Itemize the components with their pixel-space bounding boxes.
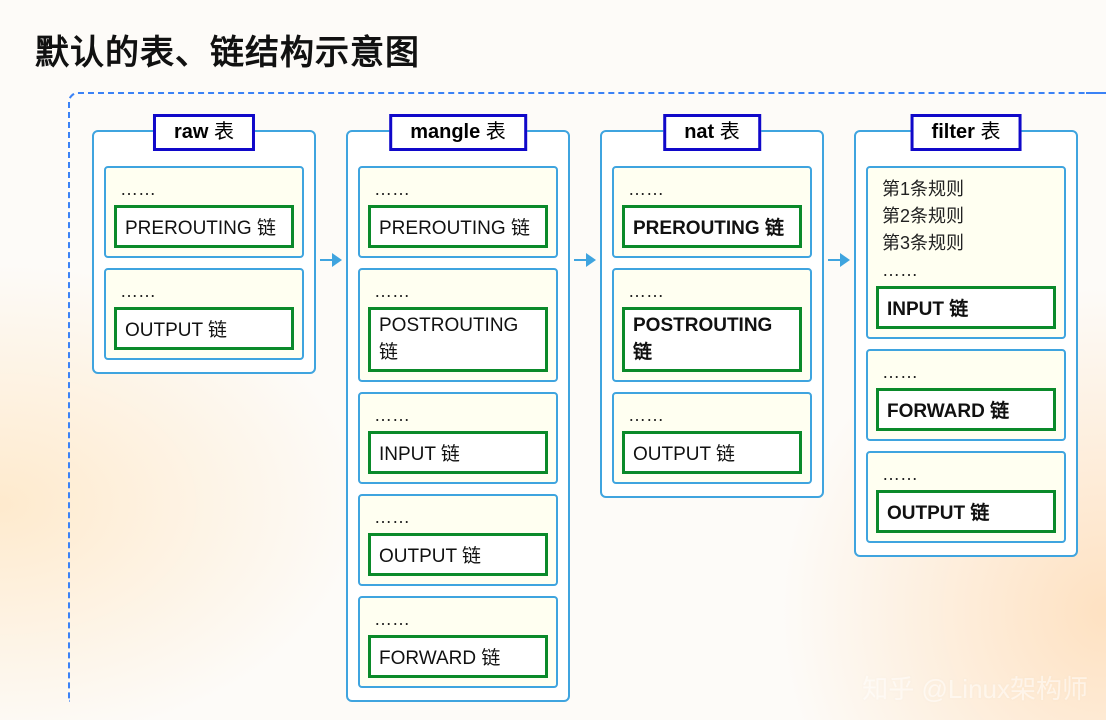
chain-output: OUTPUT 链 xyxy=(114,307,294,350)
rule-ellipsis: …… xyxy=(876,461,1056,488)
rule-1: 第1条规则 xyxy=(876,176,1056,203)
table-nat-label: nat 表 xyxy=(663,114,761,151)
table-mangle-label: mangle 表 xyxy=(389,114,527,151)
chain-group: …… PREROUTING 链 xyxy=(612,166,812,258)
rule-ellipsis: …… xyxy=(114,176,294,203)
rule-ellipsis: …… xyxy=(114,278,294,305)
arrow-raw-to-mangle xyxy=(316,130,346,390)
chain-postrouting: POSTROUTING 链 xyxy=(368,307,548,372)
chain-group: …… FORWARD 链 xyxy=(358,596,558,688)
chain-group: 第1条规则 第2条规则 第3条规则 …… INPUT 链 xyxy=(866,166,1066,339)
chain-group: …… OUTPUT 链 xyxy=(358,494,558,586)
rule-ellipsis: …… xyxy=(368,176,548,203)
rule-ellipsis: …… xyxy=(368,504,548,531)
chain-prerouting: PREROUTING 链 xyxy=(622,205,802,248)
chain-input: INPUT 链 xyxy=(876,286,1056,329)
chain-group: …… POSTROUTING 链 xyxy=(358,268,558,382)
chain-forward: FORWARD 链 xyxy=(368,635,548,678)
tables-flow: raw 表 …… PREROUTING 链 …… OUTPUT 链 mangle… xyxy=(92,130,1078,702)
table-raw: raw 表 …… PREROUTING 链 …… OUTPUT 链 xyxy=(92,130,316,374)
chain-output: OUTPUT 链 xyxy=(368,533,548,576)
arrow-mangle-to-nat xyxy=(570,130,600,390)
rule-ellipsis: …… xyxy=(622,176,802,203)
chain-output: OUTPUT 链 xyxy=(622,431,802,474)
rule-3: 第3条规则 xyxy=(876,230,1056,257)
rule-ellipsis: …… xyxy=(368,606,548,633)
rule-ellipsis: …… xyxy=(622,402,802,429)
chain-group: …… PREROUTING 链 xyxy=(358,166,558,258)
chain-output: OUTPUT 链 xyxy=(876,490,1056,533)
table-filter-label: filter 表 xyxy=(911,114,1022,151)
table-nat: nat 表 …… PREROUTING 链 …… POSTROUTING 链 …… xyxy=(600,130,824,498)
rule-ellipsis: …… xyxy=(368,402,548,429)
chain-prerouting: PREROUTING 链 xyxy=(368,205,548,248)
chain-group: …… FORWARD 链 xyxy=(866,349,1066,441)
table-raw-label: raw 表 xyxy=(153,114,255,151)
chain-group: …… POSTROUTING 链 xyxy=(612,268,812,382)
chain-prerouting: PREROUTING 链 xyxy=(114,205,294,248)
rule-ellipsis: …… xyxy=(876,359,1056,386)
chain-group: …… OUTPUT 链 xyxy=(104,268,304,360)
chain-group: …… OUTPUT 链 xyxy=(612,392,812,484)
outer-dashed-border-continuation xyxy=(1086,92,1106,98)
rule-ellipsis: …… xyxy=(368,278,548,305)
chain-postrouting: POSTROUTING 链 xyxy=(622,307,802,372)
table-filter: filter 表 第1条规则 第2条规则 第3条规则 …… INPUT 链 ……… xyxy=(854,130,1078,557)
rule-2: 第2条规则 xyxy=(876,203,1056,230)
chain-group: …… INPUT 链 xyxy=(358,392,558,484)
rule-ellipsis: …… xyxy=(876,257,1056,284)
table-mangle: mangle 表 …… PREROUTING 链 …… POSTROUTING … xyxy=(346,130,570,702)
chain-group: …… OUTPUT 链 xyxy=(866,451,1066,543)
arrow-nat-to-filter xyxy=(824,130,854,390)
chain-group: …… PREROUTING 链 xyxy=(104,166,304,258)
rule-ellipsis: …… xyxy=(622,278,802,305)
page-title: 默认的表、链结构示意图 xyxy=(35,25,420,74)
chain-input: INPUT 链 xyxy=(368,431,548,474)
chain-forward: FORWARD 链 xyxy=(876,388,1056,431)
